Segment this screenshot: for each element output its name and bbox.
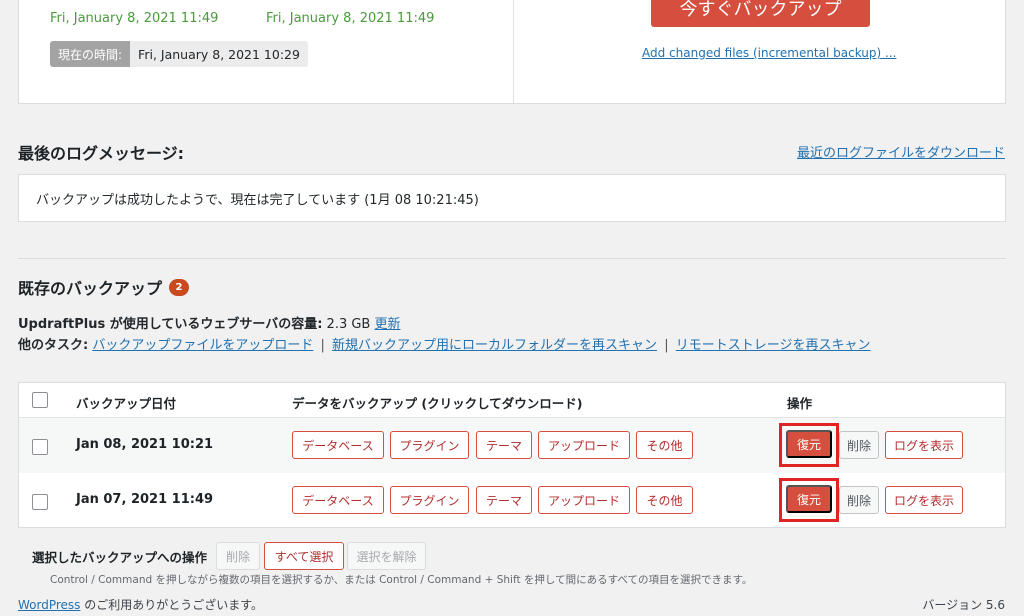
bulk-delete-button[interactable]: 削除 [216,542,260,570]
selection-hint: Control / Command を押しながら複数の項目を選択するか、または … [50,574,753,586]
select-all-checkbox[interactable] [32,392,48,408]
delete-backup-button[interactable]: 削除 [839,431,879,459]
current-time-value: Fri, January 8, 2021 10:29 [130,41,308,67]
download-plugins-button[interactable]: プラグイン [390,486,469,514]
view-log-button[interactable]: ログを表示 [885,486,963,514]
last-log-heading: 最後のログメッセージ: [18,144,185,163]
table-row: Jan 08, 2021 10:21 データベース プラグイン テーマ アップロ… [19,418,1005,473]
disk-usage-label: UpdraftPlus が使用しているウェブサーバの容量: [18,317,323,332]
wordpress-link[interactable]: WordPress [18,598,80,612]
current-time-label: 現在の時間: [50,41,131,67]
backup-date: Jan 07, 2021 11:49 [76,492,214,507]
last-log-message: バックアップは成功したようで、現在は完了しています (1月 08 10:21:4… [36,192,479,208]
download-database-button[interactable]: データベース [292,431,384,459]
restore-button[interactable]: 復元 [786,430,832,458]
col-backup-date: バックアップ日付 [76,396,177,411]
other-tasks-line: 他のタスク: バックアップファイルをアップロード | 新規バックアップ用にローカ… [18,334,870,353]
disk-usage-value: 2.3 GB [326,317,371,332]
download-others-button[interactable]: その他 [636,431,693,459]
row-checkbox[interactable] [32,439,48,455]
rescan-remote-storage-link[interactable]: リモートストレージを再スキャン [676,338,871,353]
row-checkbox[interactable] [32,494,48,510]
download-uploads-button[interactable]: アップロード [538,431,630,459]
download-themes-button[interactable]: テーマ [476,431,532,459]
download-plugins-button[interactable]: プラグイン [390,431,469,459]
refresh-usage-link[interactable]: 更新 [375,317,401,332]
view-log-button[interactable]: ログを表示 [885,431,963,459]
existing-backups-title: 既存のバックアップ [18,279,163,298]
status-divider [513,0,514,103]
download-others-button[interactable]: その他 [636,486,693,514]
footer-version: バージョン 5.6 [922,598,1005,612]
table-row: Jan 07, 2021 11:49 データベース プラグイン テーマ アップロ… [19,473,1005,528]
download-log-link[interactable]: 最近のログファイルをダウンロード [797,142,1005,161]
restore-button[interactable]: 復元 [786,485,832,513]
download-uploads-button[interactable]: アップロード [538,486,630,514]
delete-backup-button[interactable]: 削除 [839,486,879,514]
backups-table: バックアップ日付 データをバックアップ (クリックしてダウンロード) 操作 Ja… [18,382,1006,528]
section-divider [18,258,1006,259]
next-files-backup-time: Fri, January 8, 2021 11:49 [50,11,219,26]
incremental-backup-link[interactable]: Add changed files (incremental backup) .… [642,46,896,60]
rescan-local-folder-link[interactable]: 新規バックアップ用にローカルフォルダーを再スキャン [332,338,657,353]
select-all-button[interactable]: すべて選択 [264,542,344,570]
next-db-backup-time: Fri, January 8, 2021 11:49 [266,11,435,26]
task-separator: | [320,338,325,353]
task-separator: | [664,338,669,353]
disk-usage-line: UpdraftPlus が使用しているウェブサーバの容量: 2.3 GB 更新 [18,313,401,332]
upload-backup-files-link[interactable]: バックアップファイルをアップロード [92,338,313,353]
footer-thanks-text: のご利用ありがとうございます。 [80,598,264,612]
last-log-box: バックアップは成功したようで、現在は完了しています (1月 08 10:21:4… [18,174,1006,222]
col-backup-data: データをバックアップ (クリックしてダウンロード) [292,396,583,411]
other-tasks-label: 他のタスク: [18,338,89,353]
existing-backups-heading: 既存のバックアップ 2 [18,275,190,299]
deselect-button[interactable]: 選択を解除 [347,542,426,570]
table-header: バックアップ日付 データをバックアップ (クリックしてダウンロード) 操作 [19,383,1005,418]
download-database-button[interactable]: データベース [292,486,384,514]
col-actions: 操作 [787,396,813,411]
download-themes-button[interactable]: テーマ [476,486,532,514]
backup-date: Jan 08, 2021 10:21 [76,437,214,452]
backup-now-button[interactable]: 今すぐバックアップ [651,0,870,27]
current-time-row: 現在の時間: Fri, January 8, 2021 10:29 [50,41,308,67]
status-panel: Fri, January 8, 2021 11:49 Fri, January … [18,0,1006,104]
bulk-actions-label: 選択したバックアップへの操作 [32,550,208,565]
footer-thanks: WordPress のご利用ありがとうございます。 [18,596,263,613]
backup-count-badge: 2 [169,278,190,296]
